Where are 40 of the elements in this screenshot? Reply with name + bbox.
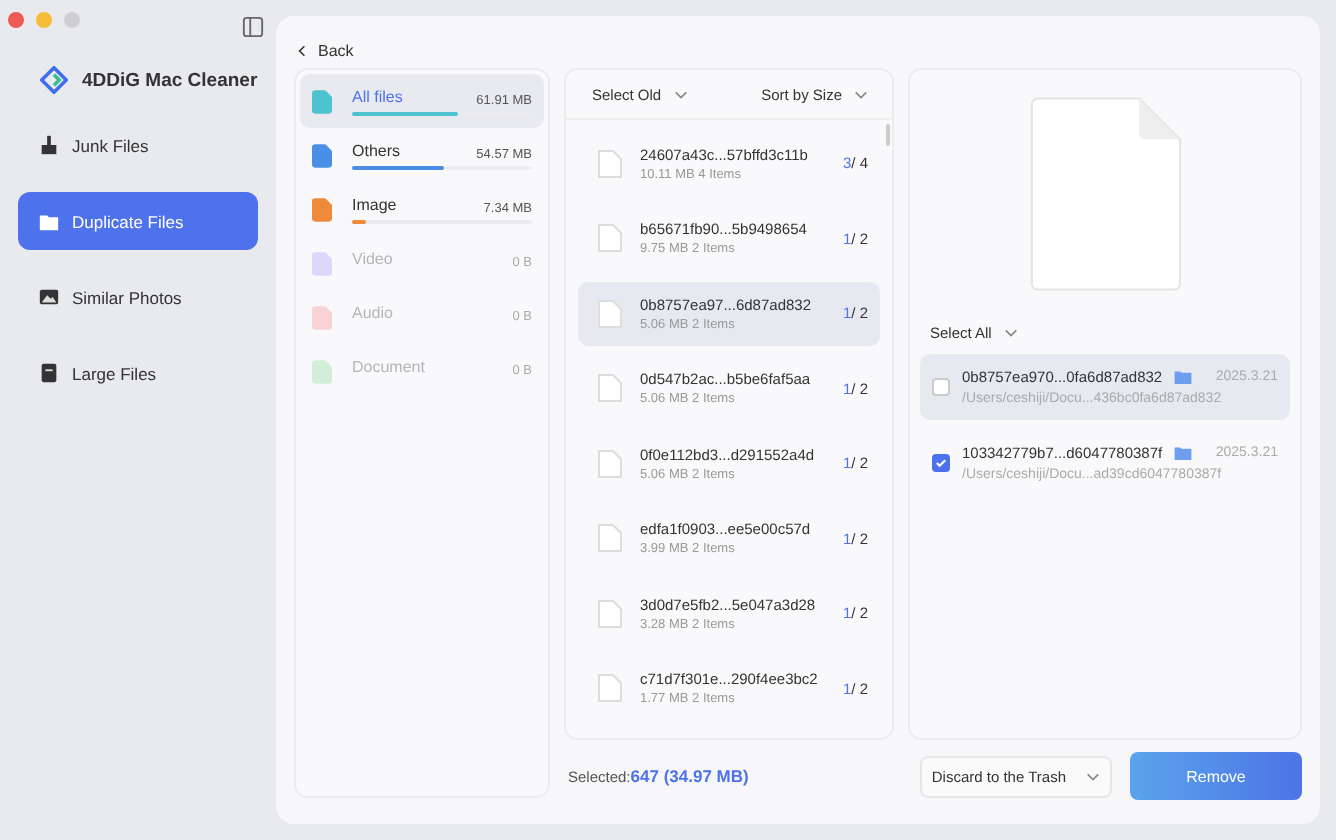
category-label: Video [352,250,393,268]
nav-item[interactable]: Large Files [18,344,258,402]
file-icon [598,599,622,627]
logo-icon [40,66,68,94]
document-icon [38,362,60,384]
file-icon [598,674,622,702]
nav-item[interactable]: Junk Files [18,116,258,174]
chevron-down-icon [1003,327,1018,337]
file-icon [598,149,622,177]
chevron-left-icon [298,43,306,57]
category-label: Document [352,358,425,376]
chevron-down-icon [854,89,868,99]
chevron-down-icon [1086,771,1100,781]
file-icon [598,449,622,477]
folder-icon [38,210,60,232]
category-label: Image [352,196,397,214]
category-label: Audio [352,304,393,322]
file-icon [598,224,622,252]
chevron-down-icon [673,89,688,99]
app-name: 4DDiG Mac Cleaner [82,69,258,91]
category-label: Others [352,142,401,160]
nav-item[interactable]: Duplicate Files [18,192,258,250]
category-label: All files [352,88,403,106]
sidebar-toggle-icon[interactable] [242,15,264,37]
folder-icon[interactable] [1174,446,1193,460]
checkbox[interactable] [932,378,950,396]
selected-summary: 647 (34.97 MB) [630,766,749,786]
file-icon [598,374,622,402]
file-icon [598,524,622,552]
nav-item[interactable]: Similar Photos [18,268,258,326]
checkbox[interactable] [932,454,950,472]
folder-icon[interactable] [1174,370,1193,384]
zoom-window-button[interactable] [64,12,80,28]
file-icon [598,299,622,327]
minimize-window-button[interactable] [36,12,52,28]
image-icon [38,286,60,308]
scrollbar[interactable] [886,124,890,146]
file-icon [1027,94,1183,294]
back-button[interactable]: Back [298,38,1302,62]
close-window-button[interactable] [8,12,24,28]
